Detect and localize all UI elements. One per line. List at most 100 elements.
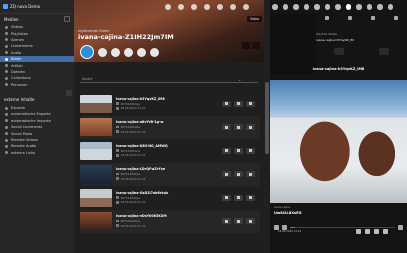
edit-icon[interactable] [365, 229, 370, 234]
heart-icon[interactable] [191, 4, 197, 10]
trophy-icon[interactable] [178, 4, 184, 10]
bell-icon[interactable] [165, 4, 171, 10]
delete-button[interactable] [246, 218, 255, 225]
fullscreen-icon[interactable] [398, 225, 403, 230]
brand-header[interactable]: ZQ nova Demo [0, 0, 74, 14]
clock-icon[interactable] [293, 4, 299, 10]
list-item[interactable]: ivana-cajina-K8ll-NG_AMWQ 907544994oa 18.0… [80, 139, 260, 163]
preview-image[interactable] [270, 80, 407, 203]
item-date: 18.06.2020 12:41 [120, 176, 146, 181]
edit-button[interactable] [234, 218, 243, 225]
play-button[interactable] [222, 124, 231, 131]
nav-item-icon [5, 112, 8, 116]
edit-button[interactable] [234, 100, 243, 107]
item-date-line: 18.06.2020 12:41 [116, 153, 200, 157]
play-button[interactable] [222, 194, 231, 201]
nav-item-icon [5, 138, 8, 142]
star-icon[interactable] [356, 229, 361, 234]
link-icon[interactable] [243, 4, 249, 10]
play-button[interactable] [222, 147, 231, 154]
nav-item-label: Collections [11, 76, 31, 81]
list-item[interactable]: ivana-cajina-vDsY0063KXM 907544994ya 18.06… [80, 209, 260, 233]
link-icon[interactable] [387, 4, 393, 10]
image-icon[interactable] [366, 4, 372, 10]
collapse-sidebar-icon[interactable] [66, 90, 72, 96]
list-item[interactable]: ivana-cajina-LDrQFwZrYxe 907544994ya 18.06… [80, 162, 260, 186]
settings-icon[interactable] [356, 4, 362, 10]
item-actions [222, 100, 255, 107]
item-thumbnail[interactable] [80, 188, 112, 207]
nav-item-label: automatische Importe [11, 118, 51, 123]
user-icon[interactable] [230, 4, 236, 10]
subtab-2[interactable] [348, 16, 353, 20]
nav-item-label: Social Posts [11, 131, 33, 136]
related-action-2[interactable] [379, 48, 390, 55]
item-id-line: 907544994ya [116, 172, 200, 176]
subtab-3[interactable] [370, 16, 375, 20]
item-id: 907544994ya [120, 219, 140, 224]
related-title[interactable]: ivana-cajina-h3YqvKZ_IM [316, 38, 354, 42]
save-button[interactable] [80, 45, 94, 59]
share-button[interactable] [137, 47, 146, 57]
delete-button[interactable] [246, 194, 255, 201]
item-name: ivana-cajina-h3YqvKZ_IM8 [116, 96, 165, 101]
edit-button[interactable] [234, 194, 243, 201]
next-button[interactable] [252, 42, 260, 49]
edit-button[interactable] [234, 124, 243, 131]
user-icon[interactable] [377, 4, 383, 10]
play-button[interactable] [222, 218, 231, 225]
prev-button[interactable] [242, 42, 250, 49]
calendar-icon [116, 106, 119, 110]
item-thumbnail[interactable] [80, 212, 112, 231]
item-thumbnail[interactable] [80, 118, 112, 137]
home-icon[interactable] [272, 4, 278, 10]
grid-toggle-icon[interactable] [64, 16, 70, 22]
chevron-down-icon[interactable]: ⌄ [238, 77, 241, 82]
scrollbar-thumb[interactable] [265, 82, 269, 154]
play-button[interactable] [150, 47, 159, 57]
heart-icon[interactable] [345, 4, 351, 10]
related-label: Ähnliche Inhalte [316, 33, 337, 36]
image-icon[interactable] [217, 4, 223, 10]
item-thumbnail[interactable] [80, 141, 112, 160]
search-field[interactable]: Suche ⌄ [80, 76, 258, 83]
edit-button[interactable] [98, 47, 107, 57]
nav-item-label: externe Links [11, 150, 36, 155]
item-meta: ivana-cajina-GsD2l7ab6rkuk 907544994ya 18.… [116, 191, 200, 205]
link-button[interactable] [111, 47, 120, 57]
edit-button[interactable] [234, 171, 243, 178]
share-icon[interactable] [374, 229, 379, 234]
subtab-1[interactable] [325, 16, 330, 20]
play-button[interactable] [222, 100, 231, 107]
progress-bar[interactable] [290, 227, 395, 228]
list-item[interactable]: ivana-cajina-a8vYrB-1g-w 9075449990a 18.06… [80, 115, 260, 139]
cloud-icon[interactable] [314, 4, 320, 10]
related-action-1[interactable] [333, 48, 344, 55]
item-thumbnail[interactable] [80, 165, 112, 184]
favorite-button[interactable] [124, 47, 133, 57]
nav-item-label: Artikel [11, 63, 23, 68]
video-badge[interactable]: Video [247, 16, 262, 22]
hero-toolbar [162, 0, 264, 14]
nav-item-label: Playlisten [11, 31, 29, 36]
list-item[interactable]: ivana-cajina-h3YqvKZ_IM8 907544994ya 18.06… [80, 92, 260, 116]
list-item[interactable]: ivana-cajina-GsD2l7ab6rkuk 907544994ya 18.… [80, 186, 260, 210]
sidebar-item-personen[interactable]: Personen [0, 82, 74, 88]
delete-button[interactable] [246, 124, 255, 131]
trophy-icon[interactable] [335, 4, 341, 10]
sidebar-item-externe-links[interactable]: externe Links [0, 150, 74, 156]
location-icon[interactable] [282, 4, 288, 10]
preview-date: 18.06.2020 12:41 [278, 230, 302, 233]
item-thumbnail[interactable] [80, 94, 112, 113]
settings-icon[interactable] [204, 4, 210, 10]
subtab-4[interactable] [393, 16, 398, 20]
bell-icon[interactable] [324, 4, 330, 10]
delete-button[interactable] [246, 171, 255, 178]
delete-button[interactable] [246, 100, 255, 107]
nav-item-label: Szenen [11, 37, 25, 42]
edit-button[interactable] [234, 147, 243, 154]
play-button[interactable] [222, 171, 231, 178]
delete-button[interactable] [246, 147, 255, 154]
more-icon[interactable] [383, 229, 388, 234]
list-icon[interactable] [303, 4, 309, 10]
